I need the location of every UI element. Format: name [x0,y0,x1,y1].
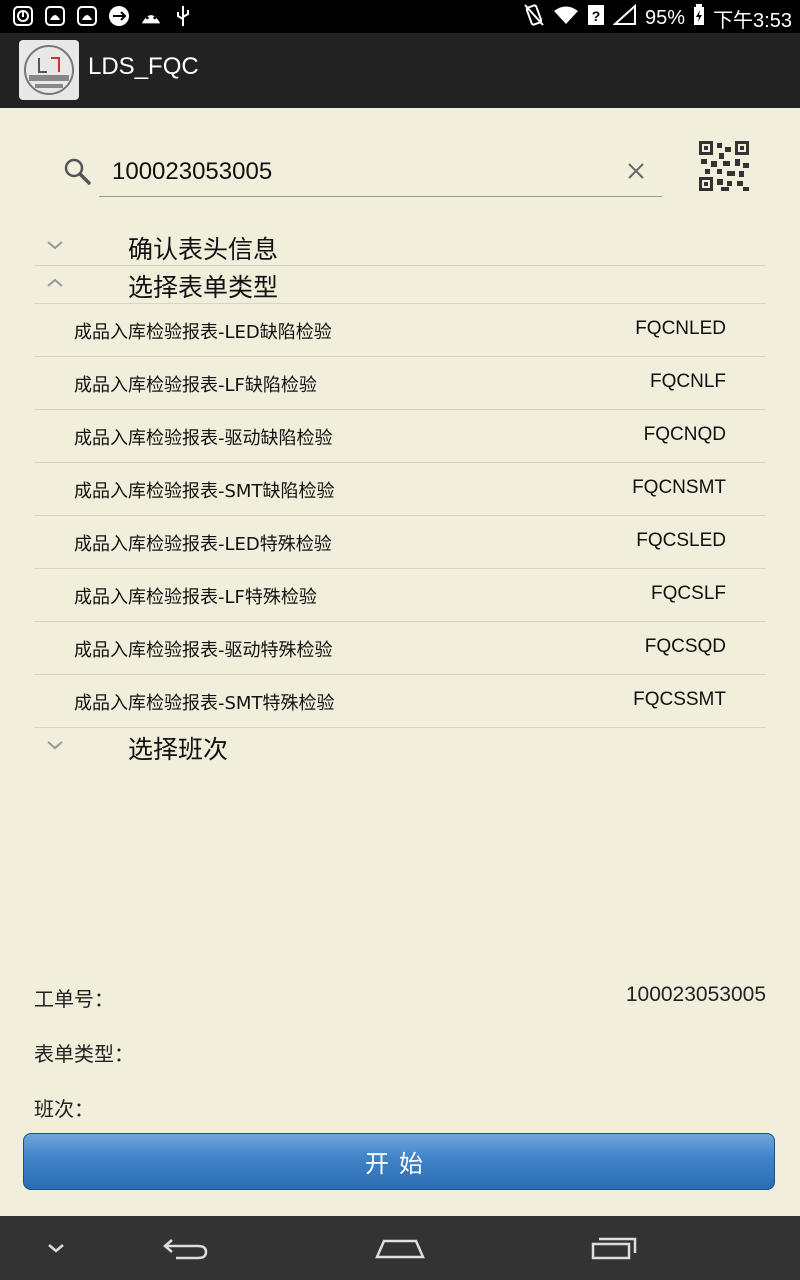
wifi-icon [553,5,579,31]
form-type-code: FQCSLF [651,583,726,604]
form-type-code: FQCNQD [643,424,726,445]
form-type-code: FQCSQD [644,636,726,657]
android-debug-icon [44,5,66,27]
form-type-label: 成品入库检验报表-LED特殊检验 [74,534,332,555]
form-type-summary-label: 表单类型： [34,1042,134,1066]
back-icon[interactable] [156,1216,216,1280]
form-type-code: FQCSLED [636,530,726,551]
cell-signal-icon [612,3,637,32]
usb-sync-icon [108,5,130,27]
close-icon[interactable] [625,160,647,186]
chevron-down-icon [46,736,64,755]
android-debug-icon [76,5,98,27]
leedarson-logo[interactable] [19,40,79,100]
app-title: LDS_FQC [88,53,199,80]
form-type-code: FQCNSMT [632,477,726,498]
navigation-bar [0,1216,800,1280]
start-button[interactable]: 开始 [23,1133,775,1190]
work-order-value: 100023053005 [625,983,766,1006]
vibrate-icon [523,3,545,33]
form-type-row[interactable]: 成品入库检验报表-SMT缺陷检验 FQCNSMT [34,463,766,515]
section-title: 确认表头信息 [128,235,279,264]
status-notification-icons [12,5,194,27]
form-type-code: FQCSSMT [633,689,726,710]
form-type-label: 成品入库检验报表-LF缺陷检验 [74,375,317,396]
home-icon[interactable] [368,1216,432,1280]
battery-percent: 95% [645,6,686,29]
form-type-label: 成品入库检验报表-SMT特殊检验 [74,693,335,714]
form-type-label: 成品入库检验报表-驱动特殊检验 [74,640,333,661]
form-type-row[interactable]: 成品入库检验报表-LED特殊检验 FQCSLED [34,516,766,568]
form-type-row[interactable]: 成品入库检验报表-LF缺陷检验 FQCNLF [34,357,766,409]
chevron-up-icon [46,274,64,293]
form-type-code: FQCNLF [650,371,726,392]
form-type-row[interactable]: 成品入库检验报表-驱动缺陷检验 FQCNQD [34,410,766,462]
svg-text:?: ? [592,8,601,24]
form-type-label: 成品入库检验报表-LED缺陷检验 [74,322,332,343]
form-type-row[interactable]: 成品入库检验报表-LED缺陷检验 FQCNLED [34,304,766,356]
section-select-form-type[interactable]: 选择表单类型 [34,266,766,304]
battery-charging-icon [693,4,705,32]
status-right: ? 95% 下午3:53 [523,3,792,33]
work-order-search-input[interactable]: 100023053005 [99,150,662,197]
section-select-shift[interactable]: 选择班次 [34,728,766,766]
form-type-label: 成品入库检验报表-驱动缺陷检验 [74,428,333,449]
search-icon [62,156,92,190]
android-icon [140,5,162,27]
work-order-label: 工单号： [34,987,114,1011]
status-bar: ? 95% 下午3:53 [0,0,800,33]
form-type-row[interactable]: 成品入库检验报表-SMT特殊检验 FQCSSMT [34,675,766,727]
form-type-row[interactable]: 成品入库检验报表-LF特殊检验 FQCSLF [34,569,766,621]
usb-icon [172,5,194,27]
form-type-row[interactable]: 成品入库检验报表-驱动特殊检验 FQCSQD [34,622,766,674]
qr-code-icon[interactable] [699,141,749,195]
status-time: 下午3:53 [713,9,792,32]
section-confirm-header-info[interactable]: 确认表头信息 [34,228,766,266]
form-type-label: 成品入库检验报表-LF特殊检验 [74,587,317,608]
app-bar: LDS_FQC [0,33,800,108]
chevron-down-icon [46,236,64,255]
form-type-label: 成品入库检验报表-SMT缺陷检验 [74,481,335,502]
section-title: 选择班次 [128,735,229,764]
notification-icon [12,5,34,27]
hide-keyboard-icon[interactable] [36,1216,76,1280]
signal-unknown-icon: ? [587,4,605,32]
form-type-code: FQCNLED [635,318,726,339]
section-title: 选择表单类型 [128,273,279,302]
shift-summary-label: 班次： [34,1097,94,1121]
recent-apps-icon[interactable] [584,1216,644,1280]
search-input-value: 100023053005 [112,158,273,185]
